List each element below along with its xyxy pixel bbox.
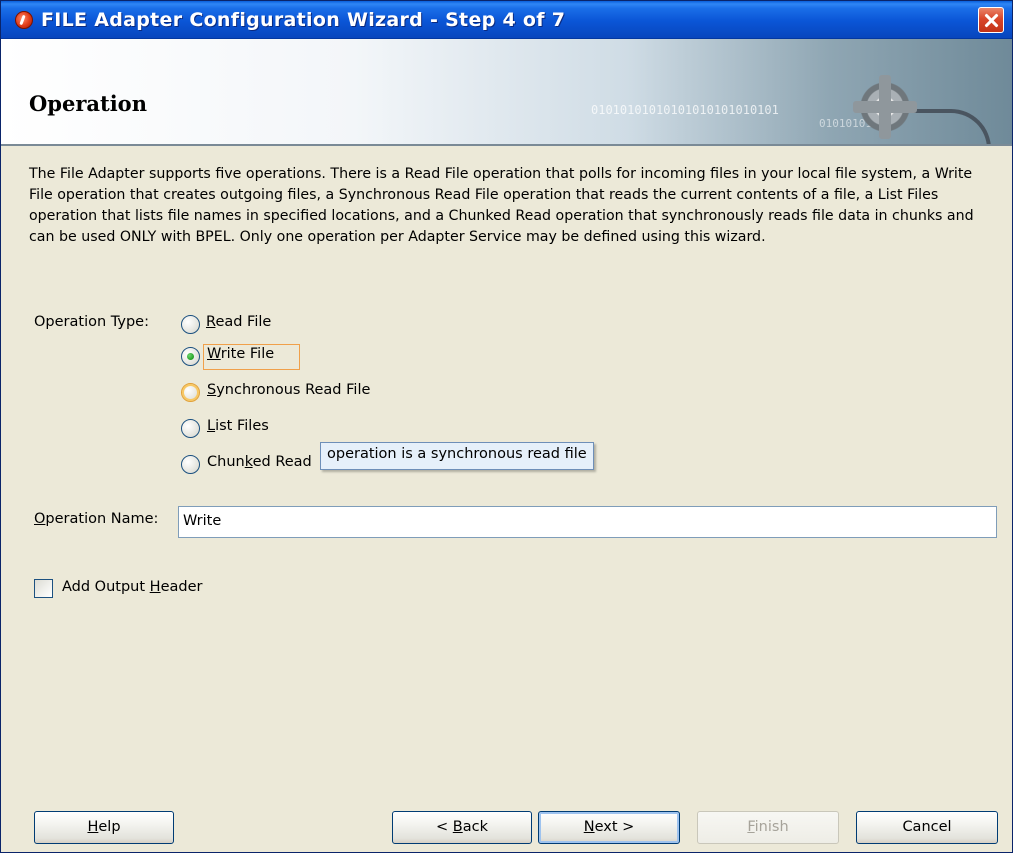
title-bar[interactable]: FILE Adapter Configuration Wizard - Step… <box>1 1 1012 39</box>
radio-synchronous-read-file[interactable] <box>181 383 200 402</box>
header-banner: Operation 01010101010101010101010101 010… <box>1 39 1012 146</box>
back-button[interactable]: < Back <box>392 811 532 844</box>
cancel-button[interactable]: Cancel <box>856 811 998 844</box>
radio-label-list-files[interactable]: List Files <box>207 418 269 434</box>
next-button[interactable]: Next > <box>538 811 680 844</box>
radio-label-read-file[interactable]: Read File <box>206 314 271 330</box>
radio-label-synchronous-read-file[interactable]: Synchronous Read File <box>207 382 370 398</box>
operation-type-label: Operation Type: <box>34 314 149 330</box>
radio-read-file[interactable] <box>181 315 200 334</box>
cable-graphic <box>911 109 991 144</box>
help-button[interactable]: Help <box>34 811 174 844</box>
operation-name-label: Operation Name: <box>34 511 159 527</box>
finish-button[interactable]: Finish <box>697 811 839 844</box>
radio-chunked-read[interactable] <box>181 455 200 474</box>
gear-icon <box>853 75 917 139</box>
tooltip: operation is a synchronous read file <box>320 442 594 470</box>
radio-label-write-file[interactable]: Write File <box>207 346 274 362</box>
add-output-header-label[interactable]: Add Output Header <box>62 579 202 595</box>
window-title: FILE Adapter Configuration Wizard - Step… <box>41 9 566 31</box>
close-button[interactable] <box>978 7 1004 33</box>
add-output-header-checkbox[interactable] <box>34 579 53 598</box>
radio-write-file[interactable] <box>181 347 200 366</box>
content-area: The File Adapter supports five operation… <box>1 148 1012 844</box>
wizard-window: FILE Adapter Configuration Wizard - Step… <box>0 0 1013 853</box>
binary-decoration: 01010101010101010101010101 <box>591 103 779 117</box>
radio-label-chunked-read[interactable]: Chunked Read <box>207 454 312 470</box>
oracle-app-icon <box>15 11 33 29</box>
radio-list-files[interactable] <box>181 419 200 438</box>
operation-name-input[interactable]: Write <box>178 506 997 538</box>
page-title: Operation <box>29 91 147 116</box>
description-text: The File Adapter supports five operation… <box>29 166 974 245</box>
